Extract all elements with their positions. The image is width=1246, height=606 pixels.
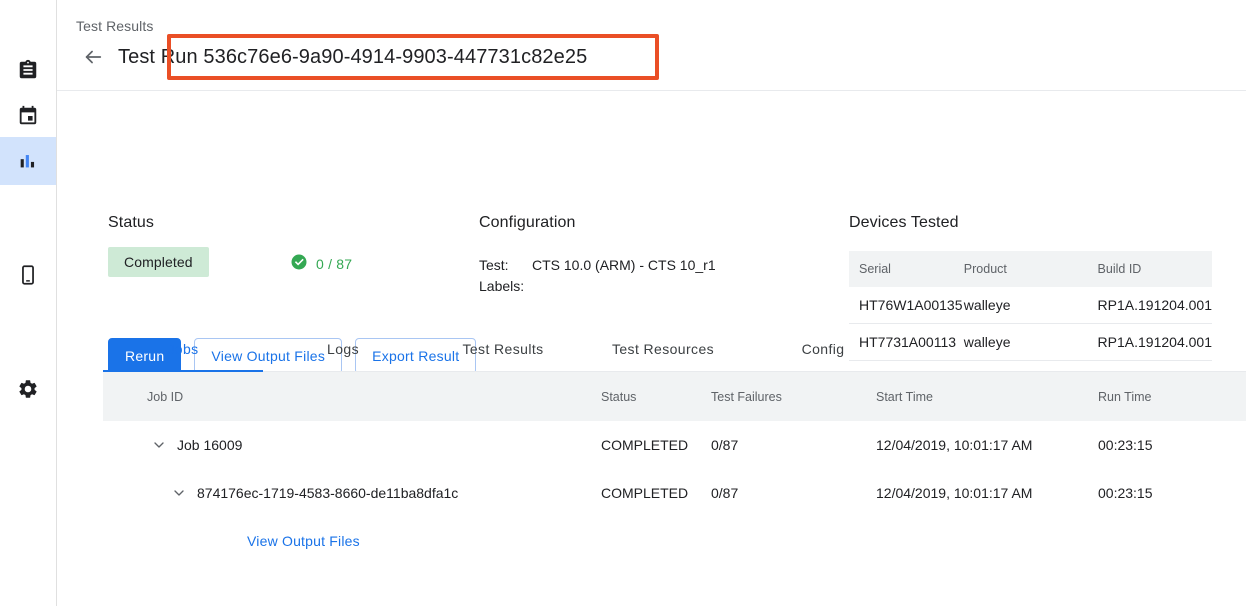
column-header-run-time: Run Time: [1098, 390, 1218, 404]
pass-count-label: 0 / 87: [316, 256, 352, 272]
config-row-test: Test: CTS 10.0 (ARM) - CTS 10_r1: [479, 255, 716, 276]
sidebar-item-test-suites[interactable]: [0, 46, 56, 94]
table-row[interactable]: Job 16009 COMPLETED 0/87 12/04/2019, 10:…: [103, 421, 1246, 469]
jobs-table-header-row: Job ID Status Test Failures Start Time R…: [103, 372, 1246, 421]
sidebar-item-test-plans[interactable]: [0, 92, 56, 140]
tab-bar: Jobs Logs Test Results Test Resources Co…: [103, 326, 1246, 372]
device-product: walleye: [964, 287, 1098, 324]
check-circle-icon: [290, 253, 308, 274]
job-start-time: 12/04/2019, 10:01:17 AM: [876, 437, 1098, 453]
tab-logs[interactable]: Logs: [263, 326, 423, 372]
app-root: Test Results Test Run 536c76e6-9a90-4914…: [0, 0, 1246, 606]
job-status: COMPLETED: [601, 485, 711, 501]
job-test-failures: 0/87: [711, 437, 876, 453]
tab-test-resources[interactable]: Test Resources: [583, 326, 743, 372]
attempt-output-row: View Output Files: [103, 517, 1246, 565]
page-title: Test Run 536c76e6-9a90-4914-9903-447731c…: [110, 46, 587, 69]
chevron-down-icon[interactable]: [147, 433, 171, 457]
job-start-time: 12/04/2019, 10:01:17 AM: [876, 485, 1098, 501]
config-value: CTS 10.0 (ARM) - CTS 10_r1: [532, 255, 716, 276]
device-build-id: RP1A.191204.001: [1098, 287, 1212, 324]
config-row-labels: Labels:: [479, 276, 716, 297]
breadcrumb: Test Results: [76, 18, 153, 34]
view-output-files-link[interactable]: View Output Files: [247, 533, 360, 549]
tab-test-results[interactable]: Test Results: [423, 326, 583, 372]
device-serial: HT76W1A00135: [849, 287, 964, 324]
configuration-heading: Configuration: [479, 214, 575, 232]
arrow-left-icon[interactable]: [76, 40, 110, 74]
column-header-serial: Serial: [849, 251, 964, 287]
column-header-product: Product: [964, 251, 1098, 287]
sidebar-item-settings[interactable]: [0, 365, 56, 413]
sidebar-item-devices[interactable]: [0, 251, 56, 299]
job-status: COMPLETED: [601, 437, 711, 453]
title-row: Test Run 536c76e6-9a90-4914-9903-447731c…: [76, 40, 587, 74]
configuration-list: Test: CTS 10.0 (ARM) - CTS 10_r1 Labels:: [479, 255, 716, 297]
chevron-down-icon[interactable]: [167, 481, 191, 505]
config-key: Labels:: [479, 276, 532, 297]
job-test-failures: 0/87: [711, 485, 876, 501]
status-heading: Status: [108, 214, 154, 232]
bar-chart-icon: [17, 150, 39, 172]
clipboard-icon: [17, 59, 39, 81]
tab-jobs[interactable]: Jobs: [103, 326, 263, 372]
gear-icon: [17, 378, 39, 400]
column-header-start-time: Start Time: [876, 390, 1098, 404]
column-header-job-id: Job ID: [103, 390, 601, 404]
calendar-icon: [17, 105, 39, 127]
jobs-table: Job ID Status Test Failures Start Time R…: [103, 372, 1246, 565]
job-run-time: 00:23:15: [1098, 437, 1218, 453]
pass-count: 0 / 87: [290, 253, 352, 274]
table-row[interactable]: 874176ec-1719-4583-8660-de11ba8dfa1c COM…: [103, 469, 1246, 517]
table-row: HT76W1A00135 walleye RP1A.191204.001: [849, 287, 1212, 324]
job-run-time: 00:23:15: [1098, 485, 1218, 501]
attempt-id-label: 874176ec-1719-4583-8660-de11ba8dfa1c: [197, 485, 458, 501]
job-id-cell: Job 16009: [103, 433, 601, 457]
main-content: Test Results Test Run 536c76e6-9a90-4914…: [57, 0, 1246, 606]
summary-section: Status Completed 0 / 87 Rerun View Outpu…: [57, 91, 1246, 313]
config-key: Test:: [479, 255, 532, 276]
status-badge: Completed: [108, 247, 209, 277]
sidebar-item-test-results[interactable]: [0, 137, 56, 185]
job-id-label: Job 16009: [177, 437, 242, 453]
page-header: Test Results Test Run 536c76e6-9a90-4914…: [57, 0, 1246, 91]
column-header-build-id: Build ID: [1098, 251, 1212, 287]
column-header-status: Status: [601, 390, 711, 404]
column-header-test-failures: Test Failures: [711, 390, 876, 404]
phone-icon: [17, 264, 39, 286]
devices-tested-heading: Devices Tested: [849, 214, 959, 232]
sidebar-nav: [0, 0, 57, 606]
devices-table-header-row: Serial Product Build ID: [849, 251, 1212, 287]
attempt-id-cell: 874176ec-1719-4583-8660-de11ba8dfa1c: [103, 481, 601, 505]
tab-config[interactable]: Config: [743, 326, 903, 372]
